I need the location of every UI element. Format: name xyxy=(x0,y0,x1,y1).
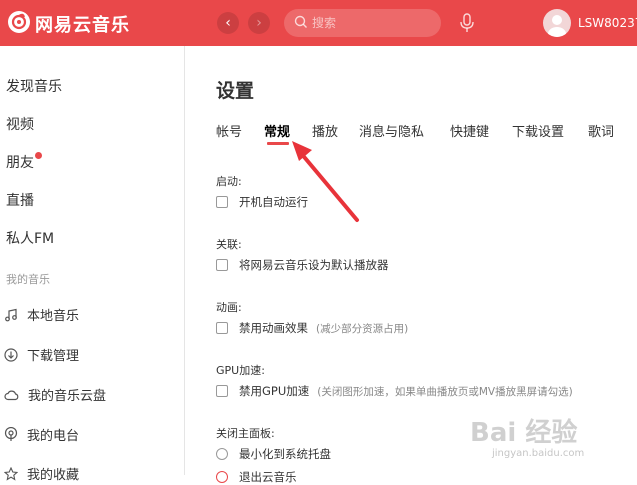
download-icon xyxy=(4,347,18,362)
section-label-gpu: GPU加速: xyxy=(216,364,265,377)
avatar[interactable] xyxy=(543,9,571,37)
section-label-animation: 动画: xyxy=(216,301,242,314)
section-label-startup: 启动: xyxy=(216,175,242,188)
option-hint: (关闭图形加速，如果单曲播放页或MV播放黑屏请勾选) xyxy=(317,385,573,398)
music-note-icon xyxy=(5,308,17,321)
default-player-checkbox[interactable] xyxy=(216,259,228,271)
microphone-icon[interactable] xyxy=(458,12,476,34)
option-hint: (减少部分资源占用) xyxy=(316,322,409,335)
section-label-close-panel: 关闭主面板: xyxy=(216,427,275,440)
sidebar: 发现音乐 视频 朋友 直播 私人FM 我的音乐 本地音乐 下载管理 我的音乐云盘 xyxy=(0,46,185,483)
sidebar-item-label: 我的电台 xyxy=(27,429,80,444)
option-disable-gpu[interactable]: 禁用GPU加速 (关闭图形加速，如果单曲播放页或MV播放黑屏请勾选) xyxy=(216,383,573,399)
disable-gpu-checkbox[interactable] xyxy=(216,385,228,397)
page-title: 设置 xyxy=(216,80,255,102)
option-label: 将网易云音乐设为默认播放器 xyxy=(239,258,389,272)
sidebar-item-fm[interactable]: 私人FM xyxy=(6,228,54,248)
search-icon xyxy=(294,15,307,28)
tab-general[interactable]: 常规 xyxy=(264,121,290,140)
tab-messages-privacy[interactable]: 消息与隐私 xyxy=(359,121,424,140)
tab-lyrics[interactable]: 歌词 xyxy=(588,121,614,140)
forward-button[interactable]: › xyxy=(248,12,270,34)
option-label: 开机自动运行 xyxy=(239,195,308,209)
option-exit-app[interactable]: 退出云音乐 xyxy=(216,469,297,485)
baidu-jingyan-watermark: Bai 经验 jingyan.baidu.com xyxy=(470,412,635,472)
sidebar-item-label: 朋友 xyxy=(6,155,34,171)
option-auto-start[interactable]: 开机自动运行 xyxy=(216,194,308,210)
option-label: 退出云音乐 xyxy=(239,470,297,484)
option-minimize-tray[interactable]: 最小化到系统托盘 xyxy=(216,446,331,462)
option-label: 禁用动画效果 xyxy=(239,321,308,335)
app-name: 网易云音乐 xyxy=(35,15,130,36)
username[interactable]: LSW80237 xyxy=(578,16,637,30)
option-label: 禁用GPU加速 xyxy=(239,384,310,398)
section-label-association: 关联: xyxy=(216,238,242,251)
sidebar-item-friends[interactable]: 朋友 xyxy=(6,152,42,172)
watermark-logo: Bai 经验 xyxy=(470,418,578,448)
option-default-player[interactable]: 将网易云音乐设为默认播放器 xyxy=(216,257,389,273)
tab-playback[interactable]: 播放 xyxy=(312,121,338,140)
option-label: 最小化到系统托盘 xyxy=(239,447,331,461)
tab-account[interactable]: 帐号 xyxy=(216,121,242,140)
auto-start-checkbox[interactable] xyxy=(216,196,228,208)
watermark-url: jingyan.baidu.com xyxy=(492,448,585,459)
sidebar-item-video[interactable]: 视频 xyxy=(6,114,34,134)
user-avatar-icon xyxy=(548,15,566,37)
star-icon xyxy=(4,466,18,481)
sidebar-item-radio[interactable]: 我的电台 xyxy=(4,425,79,444)
disable-animation-checkbox[interactable] xyxy=(216,322,228,334)
sidebar-item-cloud[interactable]: 我的音乐云盘 xyxy=(4,385,106,404)
sidebar-item-label: 我的音乐云盘 xyxy=(28,389,107,404)
sidebar-item-label: 下载管理 xyxy=(27,349,80,364)
exit-app-radio[interactable] xyxy=(216,471,228,483)
tab-shortcuts[interactable]: 快捷键 xyxy=(450,121,489,140)
sidebar-item-local-music[interactable]: 本地音乐 xyxy=(4,305,79,324)
sidebar-item-label: 本地音乐 xyxy=(27,309,80,324)
sidebar-item-label: 我的收藏 xyxy=(27,468,80,483)
sidebar-item-live[interactable]: 直播 xyxy=(6,190,34,210)
podcast-icon xyxy=(4,427,18,441)
minimize-tray-radio[interactable] xyxy=(216,448,228,460)
settings-panel: 设置 帐号 常规 播放 消息与隐私 快捷键 下载设置 歌词 启动: 开机自动运行… xyxy=(186,46,637,484)
option-disable-animation[interactable]: 禁用动画效果 (减少部分资源占用) xyxy=(216,320,408,336)
section-label-my-music: 我的音乐 xyxy=(6,273,50,286)
sidebar-item-discover[interactable]: 发现音乐 xyxy=(6,76,62,96)
back-button[interactable]: ‹ xyxy=(217,12,239,34)
sidebar-item-favorites[interactable]: 我的收藏 xyxy=(4,464,79,483)
netease-logo-icon[interactable] xyxy=(8,11,30,33)
active-tab-indicator xyxy=(267,142,289,145)
notification-dot xyxy=(35,152,42,159)
sidebar-item-downloads[interactable]: 下载管理 xyxy=(4,345,79,364)
tab-download-settings[interactable]: 下载设置 xyxy=(512,121,564,140)
cloud-icon xyxy=(4,390,19,400)
title-bar: 网易云音乐 ‹ › LSW80237 xyxy=(0,0,637,46)
